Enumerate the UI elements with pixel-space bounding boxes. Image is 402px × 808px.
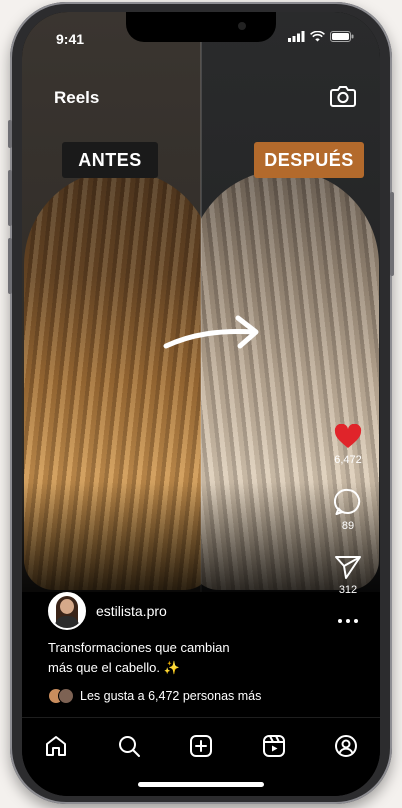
comment-button[interactable]: 89 (326, 488, 370, 532)
comment-icon (334, 488, 361, 515)
heart-icon (334, 424, 362, 448)
like-button[interactable]: 6,472 (326, 424, 370, 466)
likes-summary[interactable]: Les gusta a 6,472 personas más (48, 688, 261, 704)
search-icon (118, 736, 140, 757)
signal-icon (288, 31, 305, 42)
nav-reels[interactable] (256, 732, 292, 760)
caption-line-2: más que el cabello. ✨ (48, 660, 180, 675)
caption-line-1: Transformaciones que cambian (48, 640, 230, 655)
nav-search[interactable] (111, 732, 147, 760)
after-label: DESPUÉS (254, 142, 364, 178)
home-icon (46, 736, 66, 756)
arrow-right-icon (163, 315, 259, 349)
page-title: Reels (54, 88, 100, 107)
post-author[interactable]: estilista.pro (48, 592, 167, 630)
likes-text: Les gusta a 6,472 personas más (80, 689, 262, 703)
wifi-icon (310, 31, 325, 42)
more-options-button[interactable] (326, 618, 370, 624)
share-count: 312 (338, 584, 358, 596)
nav-profile[interactable] (328, 732, 364, 760)
nav-home[interactable] (38, 732, 74, 760)
mute-switch (8, 120, 12, 148)
status-icons (288, 31, 354, 42)
home-indicator[interactable] (138, 782, 264, 787)
volume-up-button (8, 170, 12, 226)
volume-down-button (8, 238, 12, 294)
liker-avatars (48, 688, 74, 704)
camera-button[interactable] (330, 84, 356, 113)
avatar[interactable] (48, 592, 86, 630)
add-icon (190, 735, 212, 757)
action-rail: 6,472 89 312 (326, 424, 370, 646)
send-icon (335, 556, 361, 579)
reels-icon (262, 735, 285, 757)
username[interactable]: estilista.pro (96, 603, 167, 619)
like-count: 6,472 (334, 454, 362, 466)
camera-icon (330, 86, 356, 107)
more-icon (338, 619, 358, 623)
comment-count: 89 (341, 520, 355, 532)
before-label: ANTES (62, 142, 158, 178)
nav-create[interactable] (183, 732, 219, 760)
post-caption: Transformaciones que cambian más que el … (48, 638, 308, 678)
status-time: 9:41 (56, 31, 85, 47)
share-button[interactable]: 312 (326, 554, 370, 596)
screen: 9:41 Reels ANTES DESPUÉS 6,472 89 312 es… (22, 12, 380, 796)
battery-icon (330, 31, 354, 42)
bottom-nav (22, 717, 380, 796)
power-button (390, 192, 394, 276)
notch (126, 12, 276, 42)
profile-icon (335, 735, 357, 757)
